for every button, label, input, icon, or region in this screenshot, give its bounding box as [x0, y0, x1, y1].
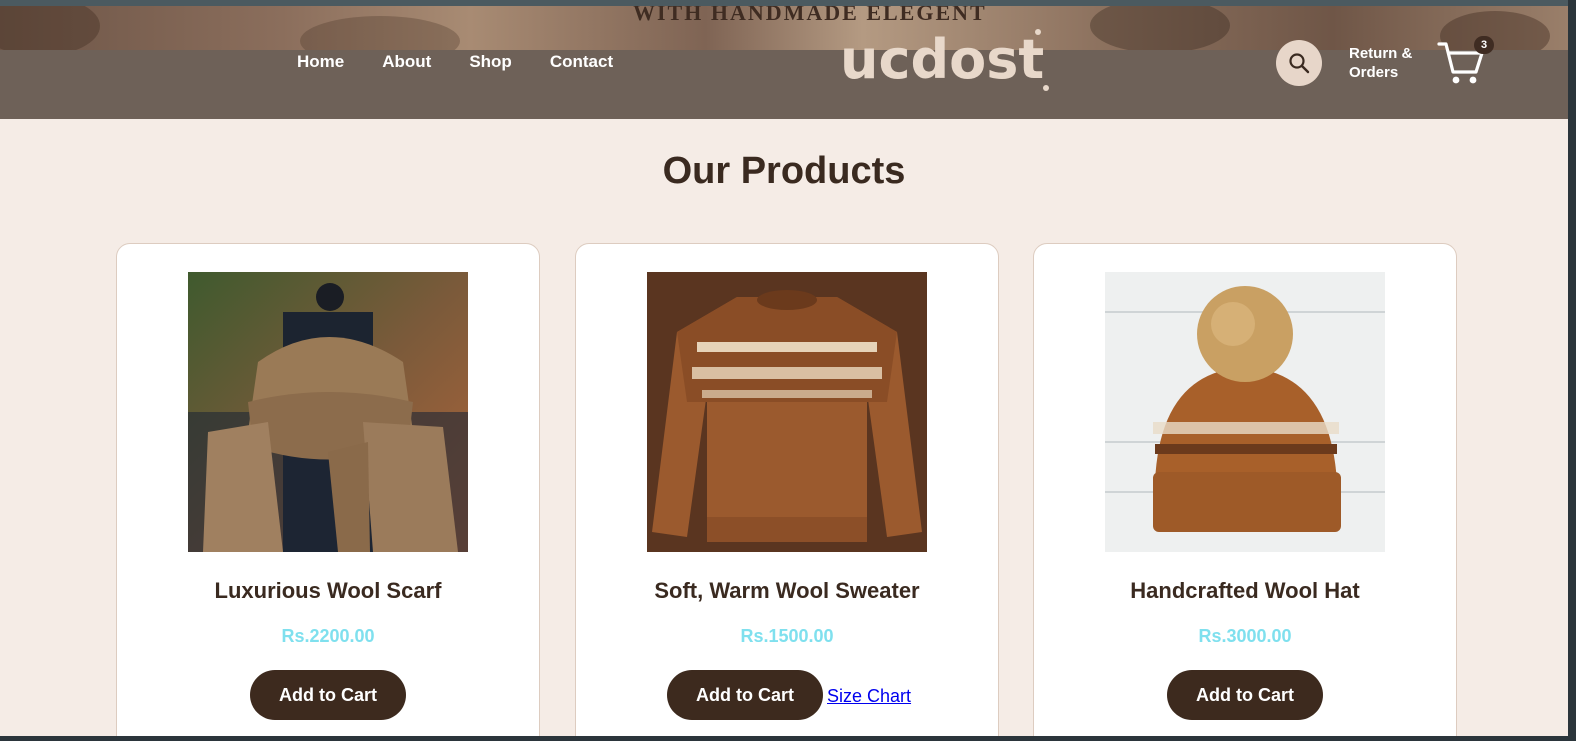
product-card: Soft, Warm Wool Sweater Rs.1500.00 Add t… [575, 243, 999, 741]
nav-home[interactable]: Home [297, 52, 344, 72]
scarf-illustration [188, 272, 468, 552]
product-name: Luxurious Wool Scarf [214, 578, 442, 603]
product-price: Rs.1500.00 [740, 626, 834, 646]
hat-illustration [1105, 272, 1385, 552]
returns-orders-link[interactable]: Return & Orders [1349, 44, 1412, 82]
nav-shop[interactable]: Shop [469, 52, 512, 72]
main-nav: Home About Shop Contact [297, 52, 651, 72]
wool-hat-image[interactable] [1105, 272, 1385, 552]
wool-scarf-image[interactable] [188, 272, 468, 552]
cart-count-badge: 3 [1474, 36, 1494, 54]
banner-tagline: WITH HANDMADE ELEGENT [633, 6, 987, 25]
add-to-cart-button[interactable]: Add to Cart [1167, 670, 1323, 720]
header-banner: WITH HANDMADE ELEGENT [0, 6, 1568, 50]
size-chart-link[interactable]: Size Chart [827, 686, 911, 707]
product-name: Soft, Warm Wool Sweater [654, 578, 920, 603]
returns-line1: Return & [1349, 45, 1413, 62]
logo-text: ucdost [840, 28, 1044, 91]
wool-sweater-image[interactable] [647, 272, 927, 552]
product-card: Handcrafted Wool Hat Rs.3000.00 Add to C… [1033, 243, 1457, 741]
product-card: Luxurious Wool Scarf Rs.2200.00 Add to C… [116, 243, 540, 741]
search-button[interactable] [1276, 40, 1322, 86]
nav-contact[interactable]: Contact [550, 52, 613, 72]
nav-about[interactable]: About [382, 52, 431, 72]
product-price: Rs.2200.00 [281, 626, 375, 646]
navbar: Home About Shop Contact [0, 50, 1568, 119]
add-to-cart-button[interactable]: Add to Cart [667, 670, 823, 720]
add-to-cart-button[interactable]: Add to Cart [250, 670, 406, 720]
product-name: Handcrafted Wool Hat [1130, 578, 1360, 603]
bottom-border [0, 736, 1576, 741]
page: WITH HANDMADE ELEGENT Home About Shop Co… [0, 0, 1568, 741]
returns-line2: Orders [1349, 64, 1399, 81]
scrollbar-gutter [1568, 0, 1576, 741]
brand-logo[interactable]: ucdost [838, 28, 1066, 94]
page-title: Our Products [662, 150, 906, 192]
sweater-illustration [647, 272, 927, 552]
product-price: Rs.3000.00 [1198, 626, 1292, 646]
search-icon [1289, 53, 1310, 74]
